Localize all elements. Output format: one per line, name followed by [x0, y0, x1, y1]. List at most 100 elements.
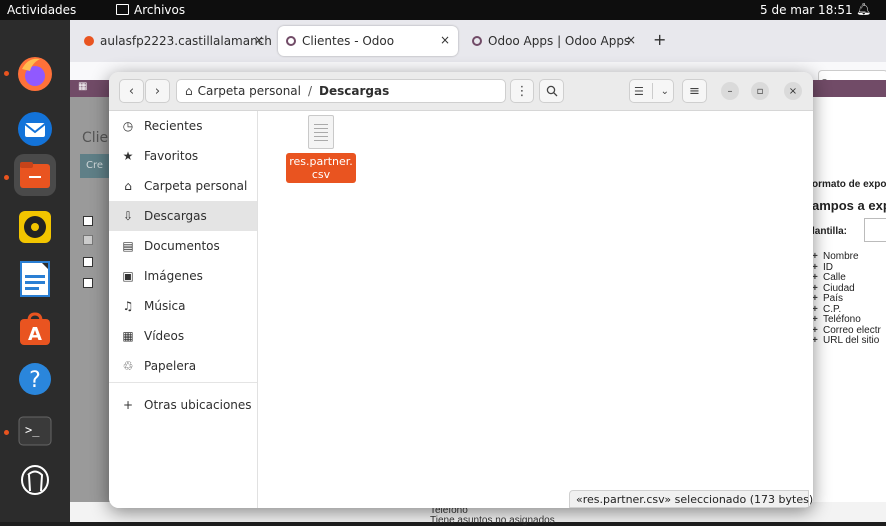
- path-separator: /: [307, 84, 313, 98]
- music-icon: ♫: [122, 299, 134, 313]
- sidebar-item-documentos[interactable]: ▤ Documentos: [109, 231, 257, 261]
- sidebar-item-videos[interactable]: ▦ Vídeos: [109, 321, 257, 351]
- dock: A ? >_: [0, 20, 70, 522]
- sidebar-item-imagenes[interactable]: ▣ Imágenes: [109, 261, 257, 291]
- view-toggle-button[interactable]: ☰ ⌄: [629, 79, 674, 103]
- tab-label: aulasfp2223.castillalamanch: [100, 34, 272, 48]
- checkbox[interactable]: [83, 235, 93, 245]
- home-icon: ⌂: [185, 84, 193, 98]
- sidebar-item-descargas[interactable]: ⇩ Descargas: [109, 201, 257, 231]
- running-indicator: [4, 175, 9, 180]
- clock-icon: ◷: [122, 119, 134, 133]
- odoo-favicon-icon: [472, 36, 482, 46]
- app-menu[interactable]: Archivos: [116, 3, 185, 17]
- chevron-down-icon: ⌄: [660, 85, 670, 97]
- sidebar-item-musica[interactable]: ♫ Música: [109, 291, 257, 321]
- top-bar: Actividades Archivos 5 de mar 18:51 🔔︎: [0, 0, 886, 20]
- tab-strip: aulasfp2223.castillalamanch × Clientes -…: [70, 20, 886, 62]
- sidebar-item-papelera[interactable]: ♲ Papelera: [109, 351, 257, 381]
- new-tab-button[interactable]: +: [653, 30, 666, 49]
- forward-nav-button[interactable]: ›: [145, 79, 170, 103]
- divider: [109, 382, 257, 383]
- plus-icon: +: [122, 398, 134, 412]
- search-button[interactable]: [539, 79, 564, 103]
- running-indicator: [4, 430, 9, 435]
- firefox-icon[interactable]: [14, 53, 56, 95]
- minimize-icon: –: [727, 85, 733, 97]
- path-home[interactable]: Carpeta personal: [198, 84, 301, 98]
- rhythmbox-icon[interactable]: [14, 206, 56, 248]
- activities-button[interactable]: Actividades: [7, 3, 76, 17]
- sidebar-item-label: Descargas: [144, 209, 207, 223]
- folder-icon: [116, 4, 129, 15]
- maximize-icon: ▫: [756, 85, 764, 97]
- plus-icon: +: [812, 335, 818, 346]
- plus-icon: +: [812, 314, 818, 325]
- star-icon: ★: [122, 149, 134, 163]
- export-field[interactable]: + URL del sitio: [812, 335, 881, 347]
- template-select[interactable]: [864, 218, 886, 242]
- thunderbird-icon[interactable]: [14, 108, 56, 150]
- close-tab-icon[interactable]: ×: [254, 33, 264, 47]
- terminal-icon[interactable]: >_: [14, 410, 56, 452]
- svg-text:?: ?: [29, 368, 41, 393]
- kebab-icon: ⋮: [515, 83, 529, 99]
- checkbox[interactable]: [83, 278, 93, 288]
- favicon-icon: [84, 36, 94, 46]
- sidebar-item-label: Favoritos: [144, 149, 199, 163]
- sidebar-item-label: Papelera: [144, 359, 197, 373]
- apps-grid-icon[interactable]: ▦: [78, 81, 87, 92]
- export-field-list: + Nombre + ID + Calle + Ciudad + País + C.P. +…: [812, 251, 881, 347]
- maximize-button[interactable]: ▫: [751, 82, 769, 100]
- minimize-button[interactable]: –: [721, 82, 739, 100]
- close-button[interactable]: ×: [784, 82, 802, 100]
- export-fields-title: ampos a exp: [812, 198, 886, 213]
- home-icon: ⌂: [124, 179, 132, 193]
- file-item[interactable]: res.partner. csv: [285, 113, 357, 183]
- app-name: Archivos: [134, 3, 186, 17]
- template-label: lantilla:: [812, 226, 848, 237]
- export-dialog: ormato de expo ampos a exp lantilla: + No…: [810, 97, 886, 502]
- plus-icon: +: [812, 293, 818, 304]
- sidebar-item-label: Vídeos: [144, 329, 185, 343]
- tab-label: Odoo Apps | Odoo Apps: [488, 34, 631, 48]
- checkbox[interactable]: [83, 216, 93, 226]
- tab-odoo-apps[interactable]: Odoo Apps | Odoo Apps ×: [464, 26, 644, 56]
- location-menu-button[interactable]: ⋮: [510, 79, 534, 103]
- chevron-right-icon: ›: [154, 83, 161, 99]
- back-nav-button[interactable]: ‹: [119, 79, 144, 103]
- software-store-icon[interactable]: A: [14, 308, 56, 350]
- close-tab-icon[interactable]: ×: [440, 33, 450, 47]
- svg-text:>_: >_: [25, 423, 40, 437]
- files-icon[interactable]: [14, 154, 56, 196]
- checkbox[interactable]: [83, 257, 93, 267]
- chevron-left-icon: ‹: [128, 83, 135, 99]
- text-file-icon: [308, 115, 334, 149]
- odoo-favicon-icon: [286, 36, 296, 46]
- search-icon: [546, 85, 557, 97]
- pgadmin-icon[interactable]: [14, 460, 56, 502]
- clock[interactable]: 5 de mar 18:51: [760, 3, 853, 17]
- close-tab-icon[interactable]: ×: [626, 33, 636, 47]
- tab-clientes-odoo[interactable]: Clientes - Odoo ×: [278, 26, 458, 56]
- image-icon: ▣: [122, 269, 134, 283]
- help-icon[interactable]: ?: [14, 358, 56, 400]
- trash-icon: ♲: [122, 359, 134, 373]
- page-title-fragment: Clie: [82, 130, 109, 146]
- create-button[interactable]: Cre: [80, 154, 112, 178]
- sidebar-item-recientes[interactable]: ◷ Recientes: [109, 111, 257, 141]
- sidebar-item-label: Música: [144, 299, 186, 313]
- path-current[interactable]: Descargas: [319, 84, 389, 98]
- tab-aulas[interactable]: aulasfp2223.castillalamanch ×: [76, 26, 272, 56]
- divider: [651, 83, 653, 99]
- notification-icon[interactable]: 🔔︎: [856, 2, 871, 16]
- video-icon: ▦: [122, 329, 134, 343]
- hamburger-menu-button[interactable]: ≡: [682, 79, 707, 103]
- hamburger-icon: ≡: [689, 83, 700, 99]
- download-icon: ⇩: [122, 209, 134, 223]
- sidebar-item-carpeta-personal[interactable]: ⌂ Carpeta personal: [109, 171, 257, 201]
- sidebar-item-otras-ubicaciones[interactable]: + Otras ubicaciones: [109, 390, 257, 420]
- places-sidebar: ◷ Recientes ★ Favoritos ⌂ Carpeta personal …: [109, 111, 258, 508]
- sidebar-item-favoritos[interactable]: ★ Favoritos: [109, 141, 257, 171]
- writer-icon[interactable]: [14, 258, 56, 300]
